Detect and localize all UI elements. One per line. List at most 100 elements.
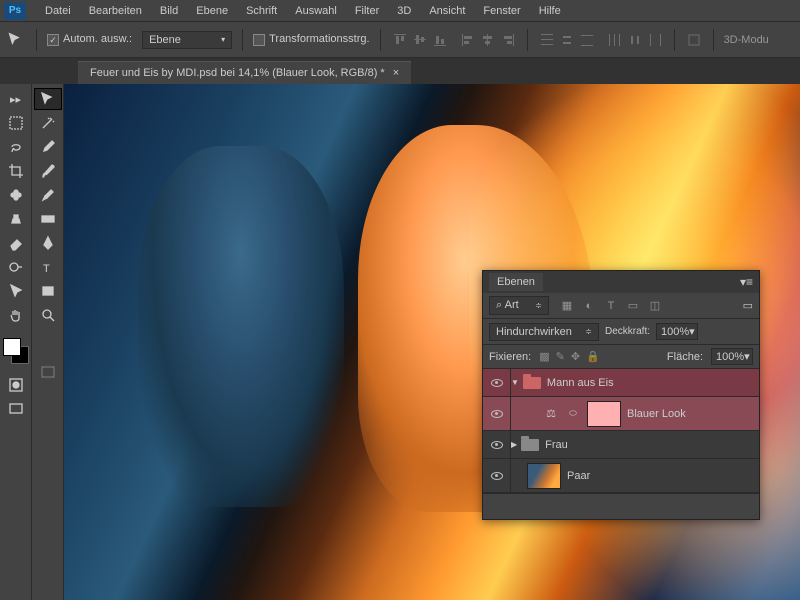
align-group-2	[459, 31, 517, 49]
layer-mask-thumbnail[interactable]	[587, 401, 621, 427]
layer-paar[interactable]: Paar	[483, 459, 759, 493]
lock-position-icon[interactable]: ✥	[571, 350, 580, 363]
close-tab-icon[interactable]: ×	[393, 67, 399, 79]
visibility-toggle[interactable]	[483, 431, 511, 458]
menu-select[interactable]: Auswahl	[286, 2, 346, 20]
visibility-toggle[interactable]	[483, 397, 511, 430]
layers-tab[interactable]: Ebenen	[489, 273, 543, 291]
menu-help[interactable]: Hilfe	[530, 2, 570, 20]
eye-icon	[491, 410, 503, 418]
magic-wand-tool-icon[interactable]	[34, 112, 62, 134]
hand-tool-icon[interactable]	[2, 304, 30, 326]
distribute-group-2	[606, 31, 664, 49]
canvas[interactable]: Ebenen ▾≡ ⌕ Art≑ ▦ ◐ T ▭ ◫ ▭ Hindurchwir…	[64, 84, 800, 600]
filter-adjustment-icon[interactable]: ◐	[581, 298, 597, 314]
gradient-tool-icon[interactable]	[34, 208, 62, 230]
app-logo[interactable]: Ps	[4, 2, 26, 20]
distribute-top-icon[interactable]	[538, 31, 556, 49]
menu-image[interactable]: Bild	[151, 2, 187, 20]
layer-name[interactable]: Paar	[567, 470, 590, 482]
move-tool-icon[interactable]	[34, 88, 62, 110]
move-tool-icon[interactable]	[6, 30, 26, 50]
filter-shape-icon[interactable]: ▭	[625, 298, 641, 314]
marquee-tool-icon[interactable]	[2, 112, 30, 134]
layer-name[interactable]: Mann aus Eis	[547, 377, 614, 389]
align-hcenter-icon[interactable]	[479, 31, 497, 49]
lasso-tool-icon[interactable]	[2, 136, 30, 158]
crop-tool-icon[interactable]	[2, 160, 30, 182]
menu-3d[interactable]: 3D	[388, 2, 420, 20]
filter-type-icon[interactable]: T	[603, 298, 619, 314]
document-tab[interactable]: Feuer und Eis by MDI.psd bei 14,1% (Blau…	[78, 61, 411, 84]
history-brush-tool-icon[interactable]	[34, 184, 62, 206]
layer-group-frau[interactable]: ▶ Frau	[483, 431, 759, 459]
foreground-color[interactable]	[3, 338, 21, 356]
disclosure-icon[interactable]: ▼	[511, 378, 519, 387]
lock-pixels-icon[interactable]: ✎	[556, 350, 565, 363]
dodge-tool-icon[interactable]	[2, 256, 30, 278]
layer-name[interactable]: Blauer Look	[627, 408, 686, 420]
menu-layer[interactable]: Ebene	[187, 2, 237, 20]
layers-panel-header[interactable]: Ebenen ▾≡	[483, 271, 759, 293]
menu-filter[interactable]: Filter	[346, 2, 388, 20]
3d-mode-label: 3D-Modu	[724, 34, 769, 46]
distribute-left-icon[interactable]	[606, 31, 624, 49]
separator	[674, 29, 675, 51]
clone-stamp-tool-icon[interactable]	[2, 208, 30, 230]
panel-icon[interactable]	[36, 362, 60, 382]
layer-group-mann-aus-eis[interactable]: ▼ Mann aus Eis	[483, 369, 759, 397]
distribute-hcenter-icon[interactable]	[626, 31, 644, 49]
layer-blauer-look[interactable]: ⚖ ⬭ Blauer Look	[483, 397, 759, 431]
align-top-icon[interactable]	[391, 31, 409, 49]
auto-select-checkbox[interactable]: Autom. ausw.:	[47, 33, 132, 45]
color-swatches[interactable]	[3, 338, 29, 364]
lock-all-icon[interactable]: 🔒	[586, 350, 600, 363]
opacity-label: Deckkraft:	[605, 326, 650, 337]
visibility-toggle[interactable]	[483, 369, 511, 396]
screen-mode-icon[interactable]	[2, 398, 30, 420]
zoom-tool-icon[interactable]	[34, 304, 62, 326]
eyedropper-tool-icon[interactable]	[34, 136, 62, 158]
distribute-bottom-icon[interactable]	[578, 31, 596, 49]
fill-input[interactable]: 100%▾	[711, 348, 753, 365]
layer-thumbnail[interactable]	[527, 463, 561, 489]
align-left-icon[interactable]	[459, 31, 477, 49]
menu-window[interactable]: Fenster	[474, 2, 529, 20]
lock-transparent-icon[interactable]: ▩	[539, 350, 549, 363]
spot-healing-tool-icon[interactable]	[2, 184, 30, 206]
transform-controls-checkbox[interactable]: Transformationsstrg.	[253, 33, 369, 45]
align-vcenter-icon[interactable]	[411, 31, 429, 49]
quick-mask-icon[interactable]	[2, 374, 30, 396]
filter-pixel-icon[interactable]: ▦	[559, 298, 575, 314]
auto-align-icon[interactable]	[685, 31, 703, 49]
brush-tool-icon[interactable]	[34, 160, 62, 182]
align-bottom-icon[interactable]	[431, 31, 449, 49]
menu-file[interactable]: Datei	[36, 2, 80, 20]
filter-smart-icon[interactable]: ◫	[647, 298, 663, 314]
filter-label: Art	[505, 299, 519, 311]
distribute-right-icon[interactable]	[646, 31, 664, 49]
menu-edit[interactable]: Bearbeiten	[80, 2, 151, 20]
expand-tools-icon[interactable]: ▸▸	[2, 88, 30, 110]
path-select-tool-icon[interactable]	[2, 280, 30, 302]
type-tool-icon[interactable]: T	[34, 256, 62, 278]
blend-mode-value: Hindurchwirken	[496, 326, 572, 338]
eraser-tool-icon[interactable]	[2, 232, 30, 254]
menu-view[interactable]: Ansicht	[420, 2, 474, 20]
filter-type-dropdown[interactable]: ⌕ Art≑	[489, 296, 549, 315]
disclosure-icon[interactable]: ▶	[511, 440, 517, 449]
align-right-icon[interactable]	[499, 31, 517, 49]
panel-menu-icon[interactable]: ▾≡	[740, 275, 753, 289]
menu-type[interactable]: Schrift	[237, 2, 286, 20]
auto-select-target-dropdown[interactable]: Ebene▾	[142, 31, 232, 49]
layer-name[interactable]: Frau	[545, 439, 568, 451]
rectangle-tool-icon[interactable]	[34, 280, 62, 302]
distribute-vcenter-icon[interactable]	[558, 31, 576, 49]
blend-mode-dropdown[interactable]: Hindurchwirken≑	[489, 323, 599, 341]
pen-tool-icon[interactable]	[34, 232, 62, 254]
filter-toggle-icon[interactable]: ▭	[743, 299, 753, 312]
visibility-toggle[interactable]	[483, 459, 511, 492]
opacity-value: 100%	[661, 326, 689, 338]
ice-figure	[138, 146, 344, 507]
opacity-input[interactable]: 100%▾	[656, 323, 698, 340]
